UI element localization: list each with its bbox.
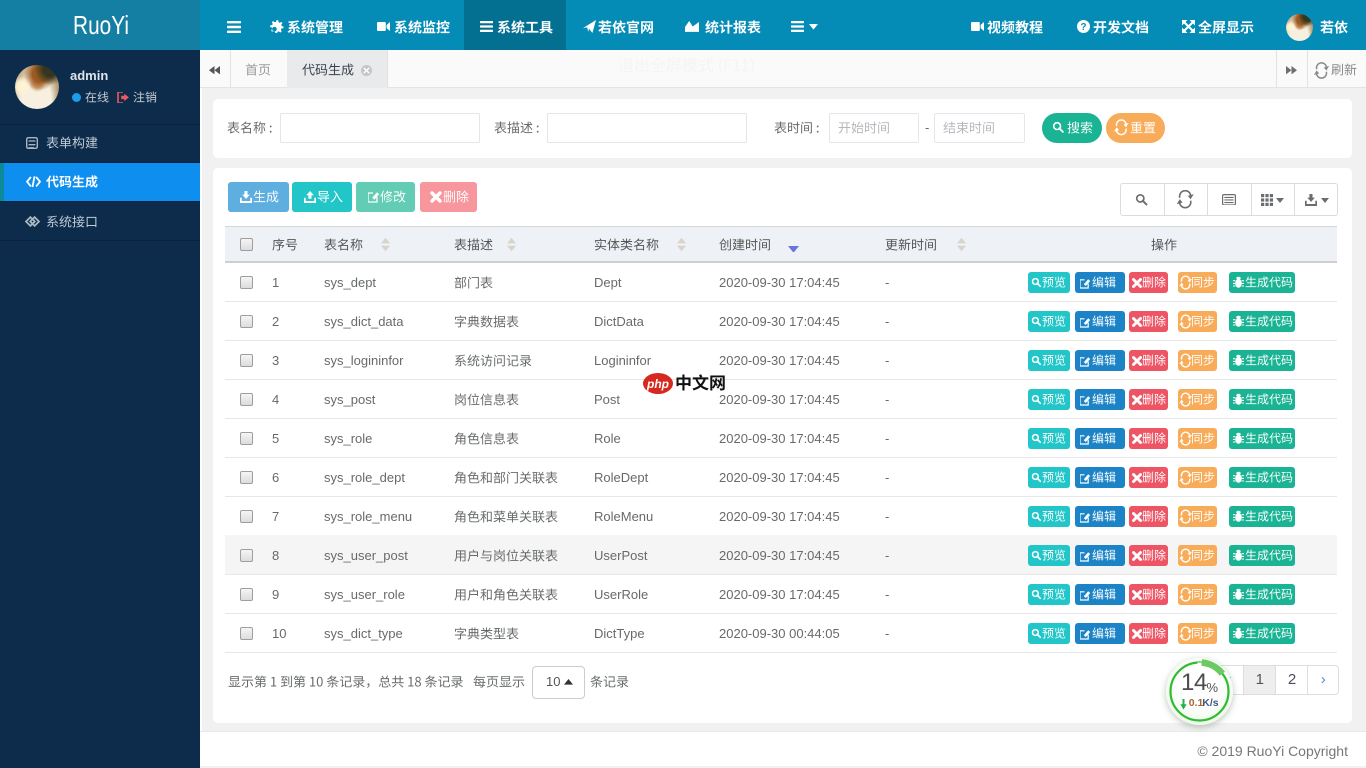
- svg-text:?: ?: [1080, 22, 1086, 33]
- svg-text:php: php: [646, 377, 669, 391]
